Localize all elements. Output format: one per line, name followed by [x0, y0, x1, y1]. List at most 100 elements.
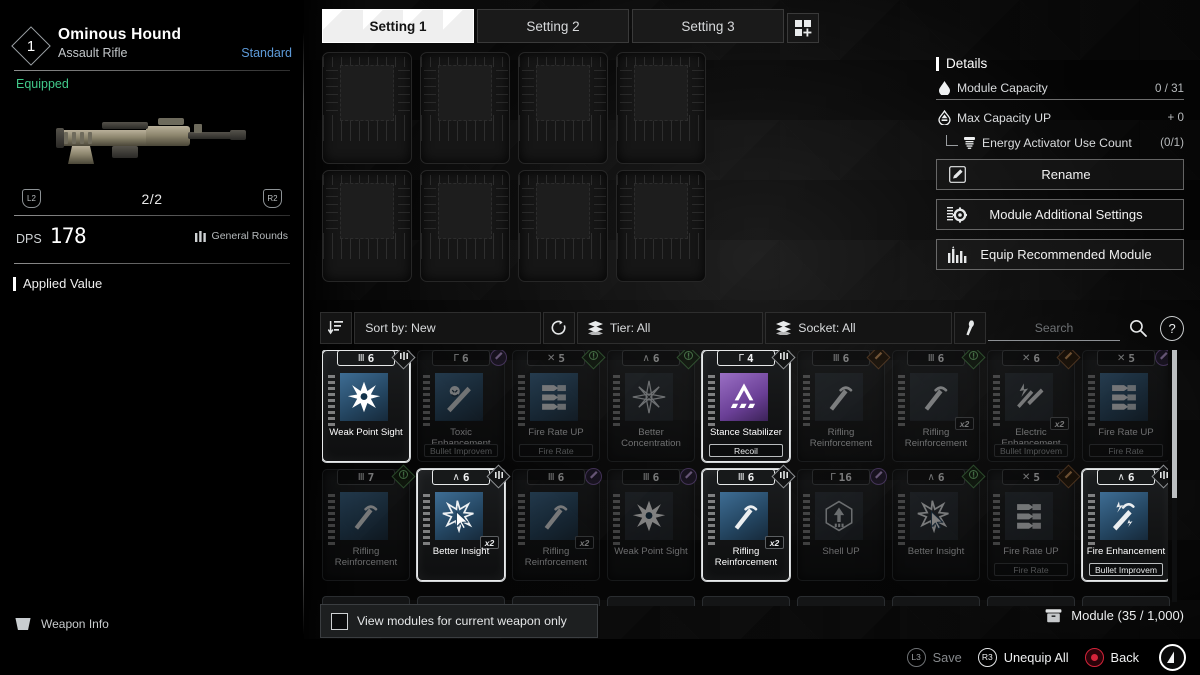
footer-action-unequip-all[interactable]: R3 Unequip All: [977, 647, 1069, 667]
module-badge-icon: [1151, 464, 1168, 489]
module-slot-6[interactable]: [420, 170, 510, 282]
view-current-weapon-only-checkbox[interactable]: View modules for current weapon only: [320, 604, 598, 638]
divider: [14, 263, 290, 264]
weapon-type: Assault Rifle: [58, 46, 128, 60]
details-title-label: Details: [946, 56, 988, 71]
module-grid-scrollbar[interactable]: [1172, 350, 1177, 602]
right-bumper-hint[interactable]: R2: [263, 189, 282, 208]
module-card[interactable]: Γ 4 Stance Stabilizer Recoil: [702, 350, 796, 462]
socket-filter-dropdown[interactable]: Socket: All: [765, 312, 952, 344]
module-tier-cap: Γ 16: [812, 469, 870, 485]
socket-type-button[interactable]: [953, 312, 986, 344]
detail-row-max-capacity-up: Max Capacity UP + 0: [936, 110, 1184, 125]
module-slot-8[interactable]: [616, 170, 706, 282]
module-card[interactable]: Ⅲ 6 x2 Rifling Reinforcement: [702, 464, 796, 581]
search-button[interactable]: [1122, 312, 1154, 344]
module-slot-4[interactable]: [616, 52, 706, 164]
module-socket-glyph: ✕: [1021, 471, 1031, 483]
module-tier-value: 7: [367, 470, 375, 484]
energy-activator-icon: [961, 136, 977, 150]
module-capacity-ticks: [898, 494, 905, 546]
footer-action-save[interactable]: L3 Save: [906, 647, 962, 667]
module-slot-7[interactable]: [518, 170, 608, 282]
module-badge-icon: [676, 350, 701, 370]
module-category: Bullet Improvem: [1089, 563, 1163, 576]
detail-label: Max Capacity UP: [957, 110, 1052, 125]
module-card[interactable]: Ⅲ 6 x2 Rifling Reinforcement: [892, 350, 986, 462]
module-slot-3[interactable]: [518, 52, 608, 164]
ammo-count: 2/2: [141, 190, 163, 207]
tab-setting-2[interactable]: Setting 2: [477, 9, 629, 43]
slot-empty-chip: [340, 65, 394, 121]
help-label: ?: [1168, 320, 1176, 336]
module-name: Weak Point Sight: [614, 546, 688, 557]
detail-label: Module Capacity: [957, 81, 1048, 95]
r3-button-icon: R3: [977, 647, 997, 667]
module-tier-value: 6: [461, 351, 469, 365]
applied-value-label: Applied Value: [23, 276, 103, 291]
module-tier-cap: Ⅲ6: [717, 469, 775, 485]
rename-button[interactable]: Rename: [936, 159, 1184, 190]
weapon-level-badge: 1: [11, 26, 51, 66]
equipped-status: Equipped: [16, 77, 69, 91]
module-card[interactable]: ∧ 6 x2 Better Insight: [417, 464, 511, 581]
footer-action-back[interactable]: Back: [1084, 647, 1139, 667]
module-card[interactable]: ✕6x2Electric EnhancementBullet Improvem: [987, 350, 1081, 462]
module-socket-glyph: ✕: [546, 352, 556, 364]
scrollbar-thumb[interactable]: [1172, 350, 1177, 498]
setting-tabs: Setting 1 Setting 2 Setting 3: [322, 9, 819, 43]
left-bumper-hint[interactable]: L2: [22, 189, 41, 208]
tab-setting-1[interactable]: Setting 1: [322, 9, 474, 43]
add-preset-button[interactable]: [787, 13, 819, 43]
stance-icon: [720, 373, 768, 421]
module-card[interactable]: Γ 16 Shell UP: [797, 468, 887, 581]
sort-by-dropdown[interactable]: Sort by: New: [354, 312, 541, 344]
module-card[interactable]: ∧ 6 Better Concentration: [607, 350, 701, 462]
tab-setting-3[interactable]: Setting 3: [632, 9, 784, 43]
module-badge-icon: [771, 464, 796, 489]
accent-bar: [936, 56, 939, 71]
module-card[interactable]: Ⅲ 6 Weak Point Sight: [322, 350, 416, 462]
module-card[interactable]: ✕ 5 Fire Rate UP Fire Rate: [1082, 350, 1168, 462]
module-badge-icon: [585, 468, 602, 485]
module-category: Bullet Improvem: [424, 444, 498, 457]
help-button[interactable]: ?: [1160, 315, 1184, 341]
module-card[interactable]: ∧ 6 Fire Enhancement Bullet Improvem: [1082, 464, 1168, 581]
module-slot-5[interactable]: [322, 170, 412, 282]
module-card[interactable]: Ⅲ 6 x2 Rifling Reinforcement: [512, 468, 602, 581]
module-tier-cap: Ⅲ6: [337, 350, 395, 366]
module-card[interactable]: Ⅲ 6 Rifling Reinforcement: [797, 350, 891, 462]
module-capacity-ticks: [518, 375, 525, 427]
module-slot-1[interactable]: [322, 52, 412, 164]
burst-icon: [625, 492, 673, 540]
checkbox-box[interactable]: [331, 612, 348, 630]
weapon-info-button[interactable]: Weapon Info: [14, 617, 109, 631]
module-card[interactable]: ∧ 6 Better Insight: [892, 464, 986, 581]
search-input[interactable]: Search: [987, 315, 1121, 341]
module-capacity-ticks: [518, 494, 525, 546]
module-tier-value: 6: [842, 351, 850, 365]
module-card[interactable]: ✕ 5 Fire Rate UP Fire Rate: [987, 464, 1081, 581]
module-capacity-ticks: [423, 375, 430, 427]
module-capacity-ticks: [803, 375, 810, 427]
sort-direction-button[interactable]: [320, 312, 353, 344]
back-label: Back: [1110, 649, 1139, 665]
tree-elbow-icon: [946, 135, 958, 146]
reset-filters-button[interactable]: [542, 312, 575, 344]
module-tier-value: 6: [652, 470, 660, 484]
module-tier-cap: ✕ 6: [1002, 350, 1060, 366]
tier-filter-dropdown[interactable]: Tier: All: [576, 312, 764, 344]
module-card[interactable]: Γ6Toxic EnhancementBullet Improvem: [417, 350, 507, 462]
module-card[interactable]: Ⅲ 7 Rifling Reinforcement: [322, 464, 416, 581]
module-category: Fire Rate: [1089, 444, 1163, 457]
bullets-icon: [1005, 492, 1053, 540]
module-tier-value: 6: [462, 470, 470, 484]
module-card[interactable]: Ⅲ 6 Weak Point Sight: [607, 468, 697, 581]
module-capacity-ticks: [708, 494, 715, 546]
inventory-icon: [1045, 609, 1062, 623]
module-slot-2[interactable]: [420, 52, 510, 164]
ammo-type: General Rounds: [194, 230, 288, 242]
equip-recommended-module-button[interactable]: Equip Recommended Module: [936, 239, 1184, 270]
module-card[interactable]: ✕ 5 Fire Rate UP Fire Rate: [512, 350, 606, 462]
module-additional-settings-button[interactable]: Module Additional Settings: [936, 199, 1184, 230]
